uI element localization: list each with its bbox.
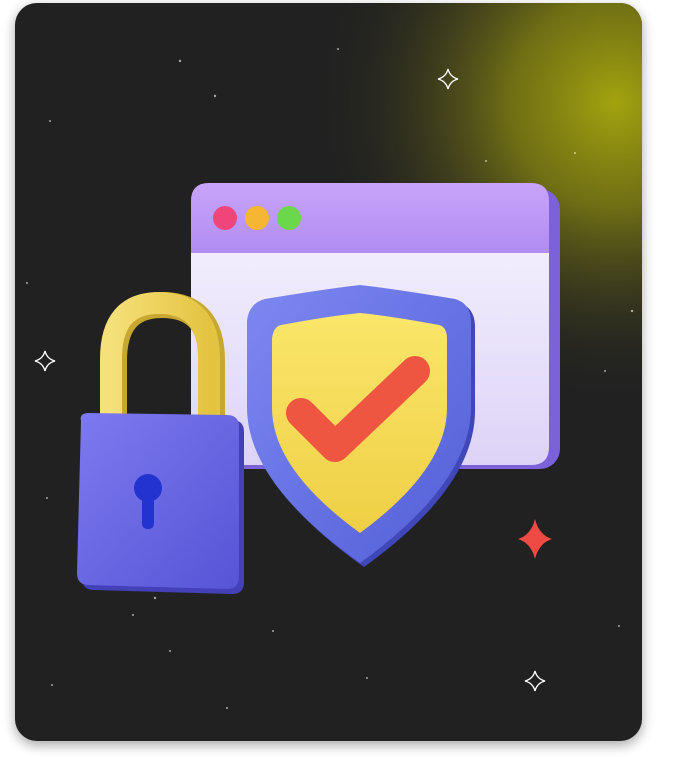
minimize-dot [245,206,269,230]
close-dot [213,206,237,230]
illustration-canvas [15,3,642,741]
maximize-dot [277,206,301,230]
security-illustration-card [15,3,642,741]
